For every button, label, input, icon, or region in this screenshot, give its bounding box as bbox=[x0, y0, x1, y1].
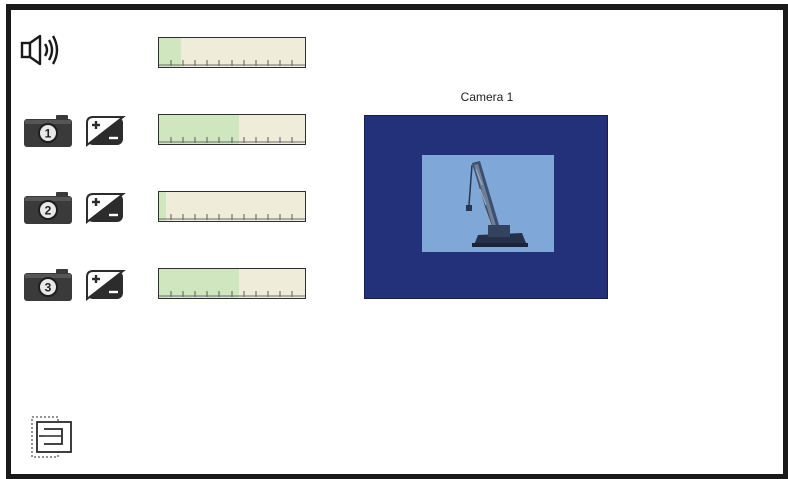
camera-1-level-bar[interactable] bbox=[158, 114, 306, 145]
app-screen: 1 2 3 Camera 1 bbox=[0, 0, 788, 479]
camera-1-brightness-button[interactable] bbox=[84, 113, 128, 149]
camera-3-level-bar[interactable] bbox=[158, 268, 306, 299]
brightness-contrast-icon bbox=[86, 270, 126, 302]
level-ticks bbox=[159, 137, 305, 143]
camera-view[interactable] bbox=[364, 115, 608, 299]
camera-1-button[interactable]: 1 bbox=[22, 113, 74, 149]
speaker-icon[interactable] bbox=[18, 32, 64, 68]
camera-2-brightness-button[interactable] bbox=[84, 190, 128, 226]
layout-menu-icon[interactable] bbox=[28, 414, 74, 460]
frame-bottom bbox=[6, 474, 788, 479]
brightness-contrast-icon bbox=[86, 193, 126, 225]
volume-level-bar[interactable] bbox=[158, 37, 306, 68]
svg-text:1: 1 bbox=[45, 127, 52, 141]
camera-3-button[interactable]: 3 bbox=[22, 267, 74, 303]
camera-icon: 1 bbox=[24, 115, 72, 147]
brightness-contrast-icon bbox=[86, 116, 126, 148]
level-ticks bbox=[159, 60, 305, 66]
frame-right bbox=[783, 4, 788, 479]
crane-image-icon bbox=[466, 161, 528, 247]
camera-2-level-bar[interactable] bbox=[158, 191, 306, 222]
camera-icon: 2 bbox=[24, 192, 72, 224]
camera-3-brightness-button[interactable] bbox=[84, 267, 128, 303]
camera-view-title: Camera 1 bbox=[460, 90, 514, 104]
svg-text:2: 2 bbox=[45, 204, 52, 218]
svg-text:3: 3 bbox=[45, 281, 52, 295]
camera-icon: 3 bbox=[24, 269, 72, 301]
level-ticks bbox=[159, 291, 305, 297]
level-ticks bbox=[159, 214, 305, 220]
camera-2-button[interactable]: 2 bbox=[22, 190, 74, 226]
camera-feed-image bbox=[422, 155, 554, 252]
